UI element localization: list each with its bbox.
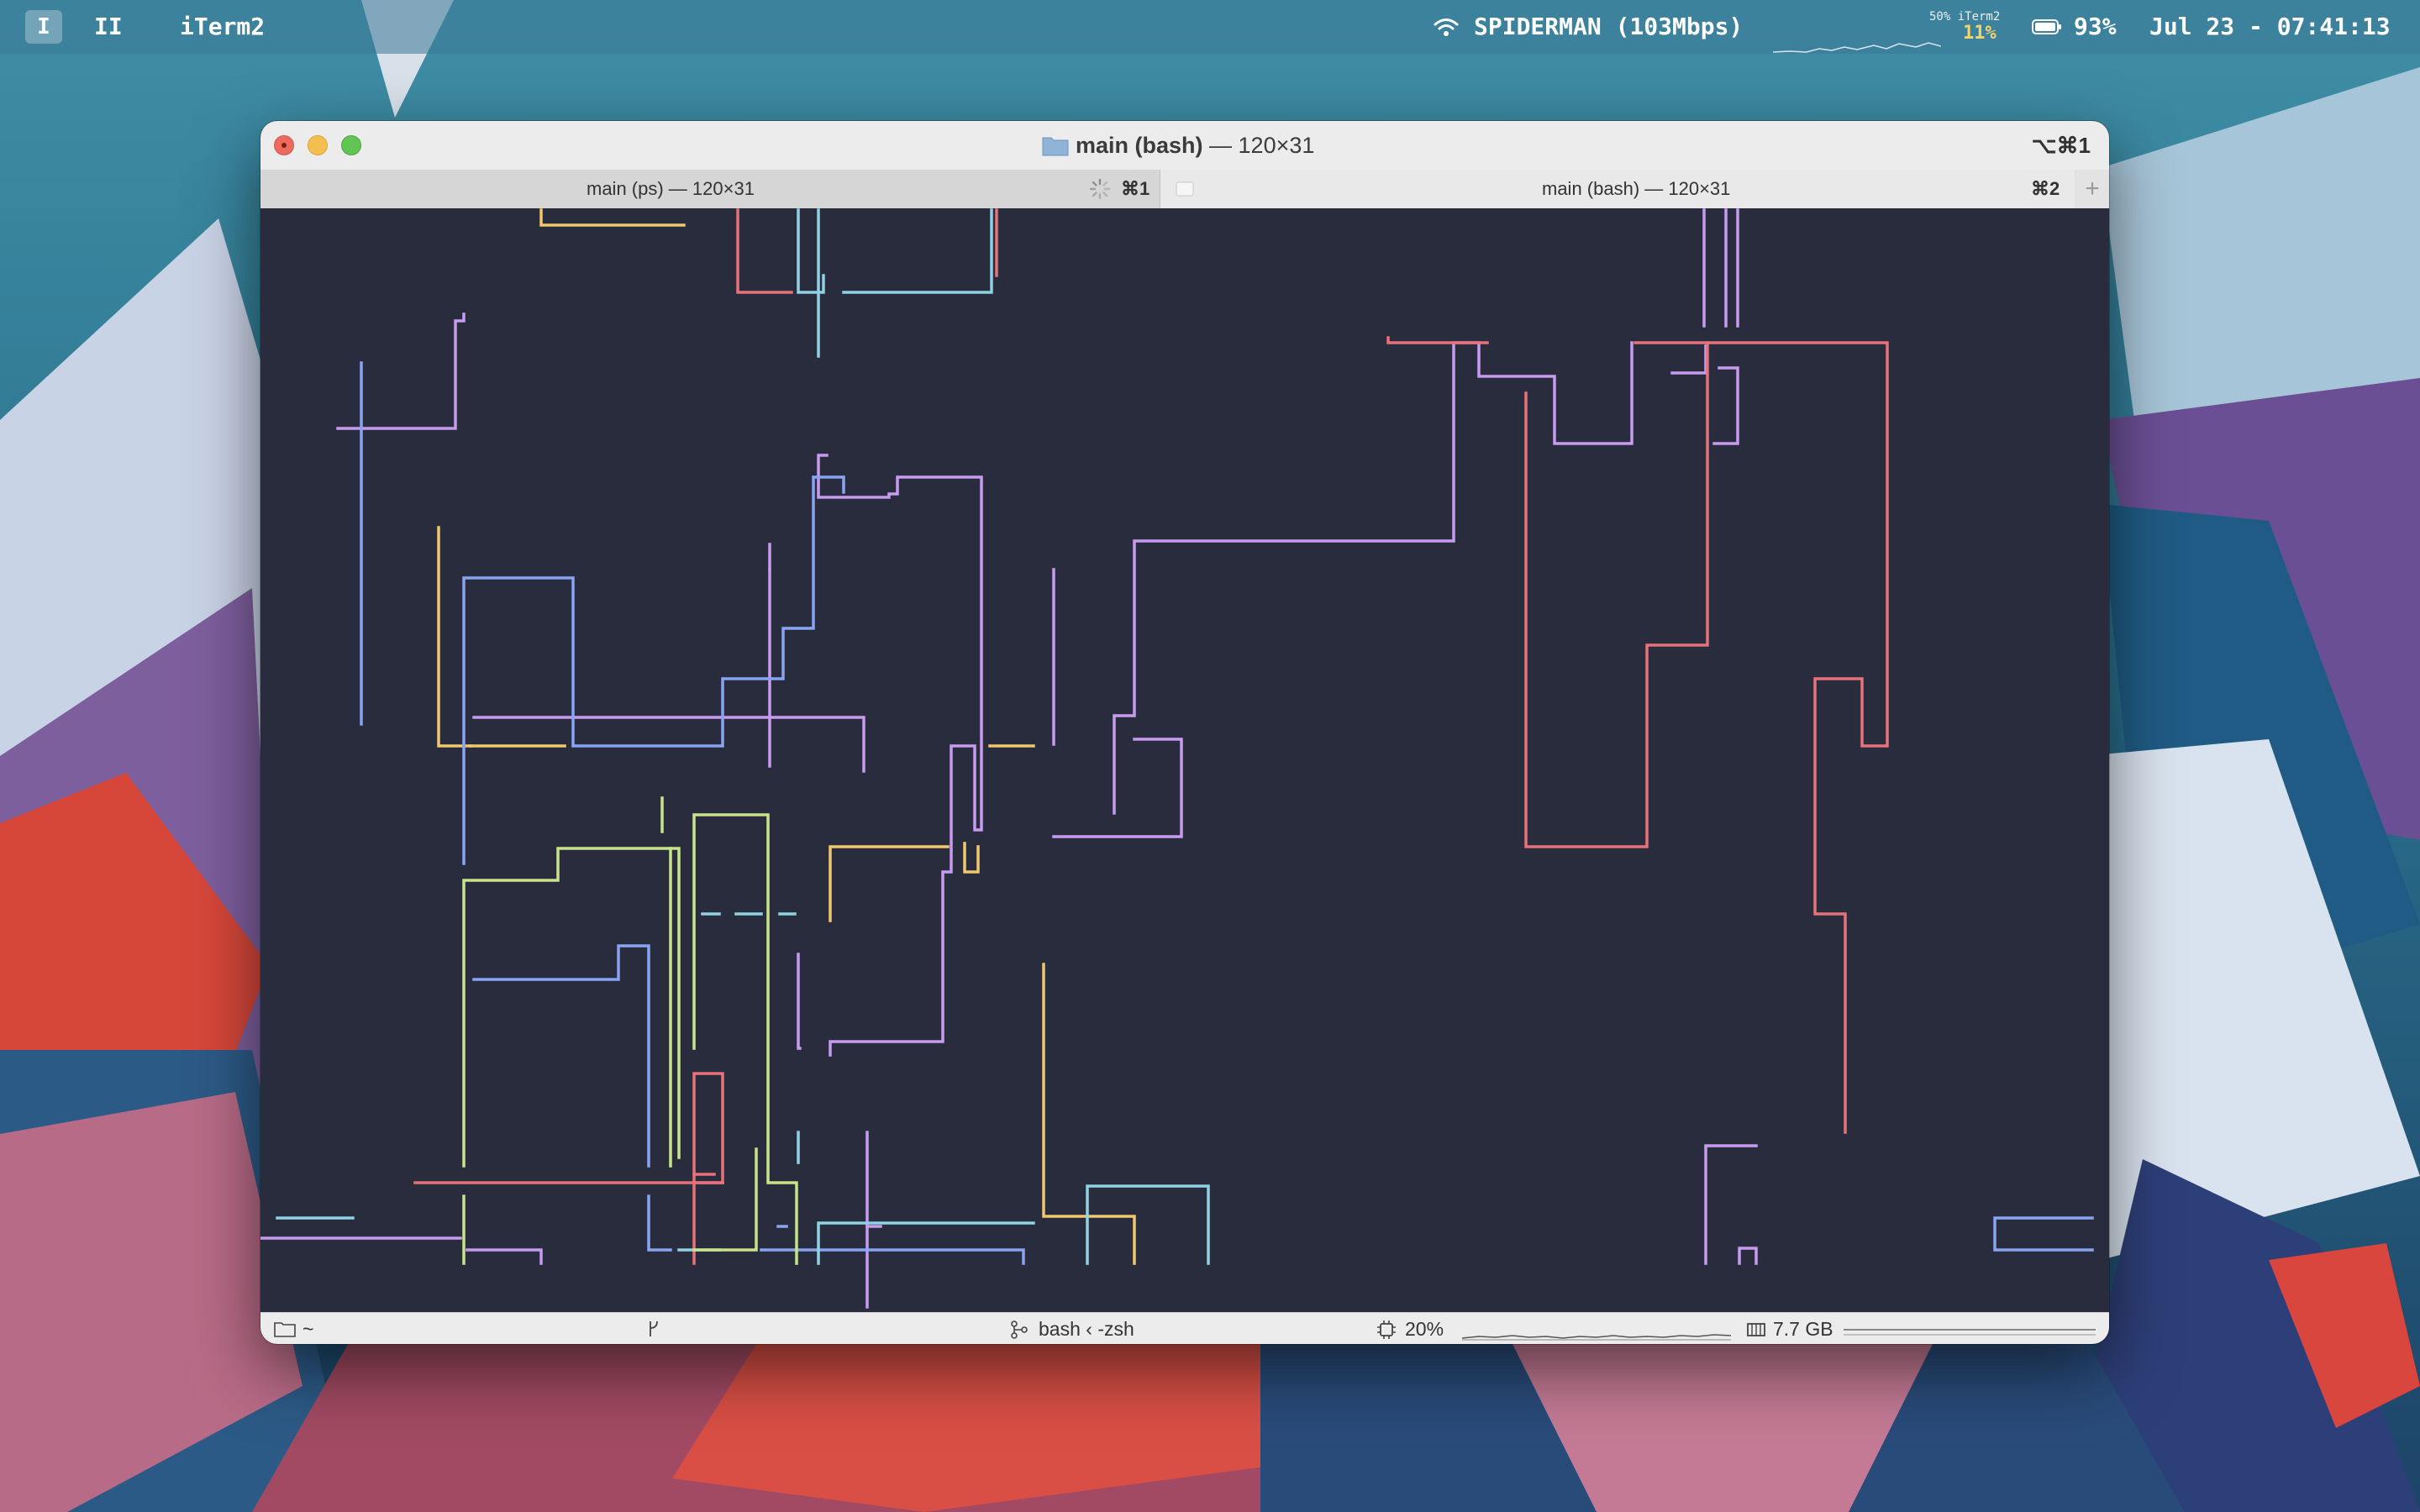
app-name-menu[interactable]: iTerm2 [180,0,265,54]
memory-icon [1747,1323,1765,1336]
tab-main-ps[interactable]: main (ps) — 120×31 ⌘1 [260,170,1160,208]
battery-icon[interactable] [2032,18,2062,35]
pipes-blue [360,361,2094,1265]
network-status[interactable]: SPIDERMAN (103Mbps) [1474,0,1743,54]
tab-label: main (bash) — 120×31 [1542,178,1731,199]
terminal-icon [1176,181,1194,197]
clock[interactable]: Jul 23 - 07:41:13 [2149,0,2391,54]
title-bar[interactable]: main (bash) — 120×31 ⌥⌘1 [260,121,2109,171]
tab-label: main (ps) — 120×31 [587,178,755,199]
cpu-mini-value: 11% [1963,23,1996,44]
window-title: main (bash) — 120×31 [1076,121,1314,170]
menu-bar: I II iTerm2 SPIDERMAN (103Mbps) 50% iTer… [0,0,2420,54]
job-name[interactable]: bash ‹ -zsh [1039,1313,1134,1344]
cpu-icon [1377,1320,1396,1339]
close-button[interactable] [274,135,294,155]
git-branch-icon[interactable] [645,1320,662,1338]
cpu-usage[interactable]: 20% [1405,1313,1444,1344]
pipes-cyan [276,208,1210,1265]
new-tab-button[interactable]: + [2075,170,2109,208]
tab-bar: main (ps) — 120×31 ⌘1 main (bash) — 120×… [260,170,2109,209]
iterm-window: main (bash) — 120×31 ⌥⌘1 main (ps) — 120… [260,121,2109,1344]
window-title-main: main (bash) [1076,133,1203,158]
folder-icon [1042,137,1069,156]
activity-spinner-icon [1089,178,1111,200]
pipes-red [413,208,1889,1265]
status-bar: ~ bash ‹ -zsh 20% 7.7 GB [260,1312,2109,1344]
memory-usage[interactable]: 7.7 GB [1773,1313,1833,1344]
minimize-button[interactable] [308,135,328,155]
cpu-graph [1462,1334,1731,1341]
pipes-green [462,796,798,1265]
zoom-button[interactable] [341,135,361,155]
process-icon [1011,1320,1028,1339]
memory-graph [1844,1329,2096,1336]
tab-shortcut: ⌘1 [1121,178,1150,199]
folder-icon [274,1322,296,1337]
tab-shortcut: ⌘2 [2031,178,2060,199]
battery-status[interactable]: 93% [2074,0,2117,54]
pipes-yellow [437,208,1136,1265]
workspace-2-button[interactable]: II [94,0,123,54]
cpu-mini-label: 50% iTerm2 [1929,10,2001,24]
pipes-animation [260,208,2094,1309]
window-title-size: — 120×31 [1202,133,1315,158]
wifi-icon[interactable] [1434,17,1459,37]
terminal-session[interactable] [260,208,2109,1312]
window-shortcut: ⌥⌘1 [2031,133,2091,158]
pipes-purple [260,208,1758,1309]
tab-main-bash[interactable]: main (bash) — 120×31 ⌘2 [1160,170,2075,208]
workspace-1-button[interactable]: I [25,10,62,44]
current-directory[interactable]: ~ [302,1313,313,1344]
network-graph [1773,42,1941,53]
